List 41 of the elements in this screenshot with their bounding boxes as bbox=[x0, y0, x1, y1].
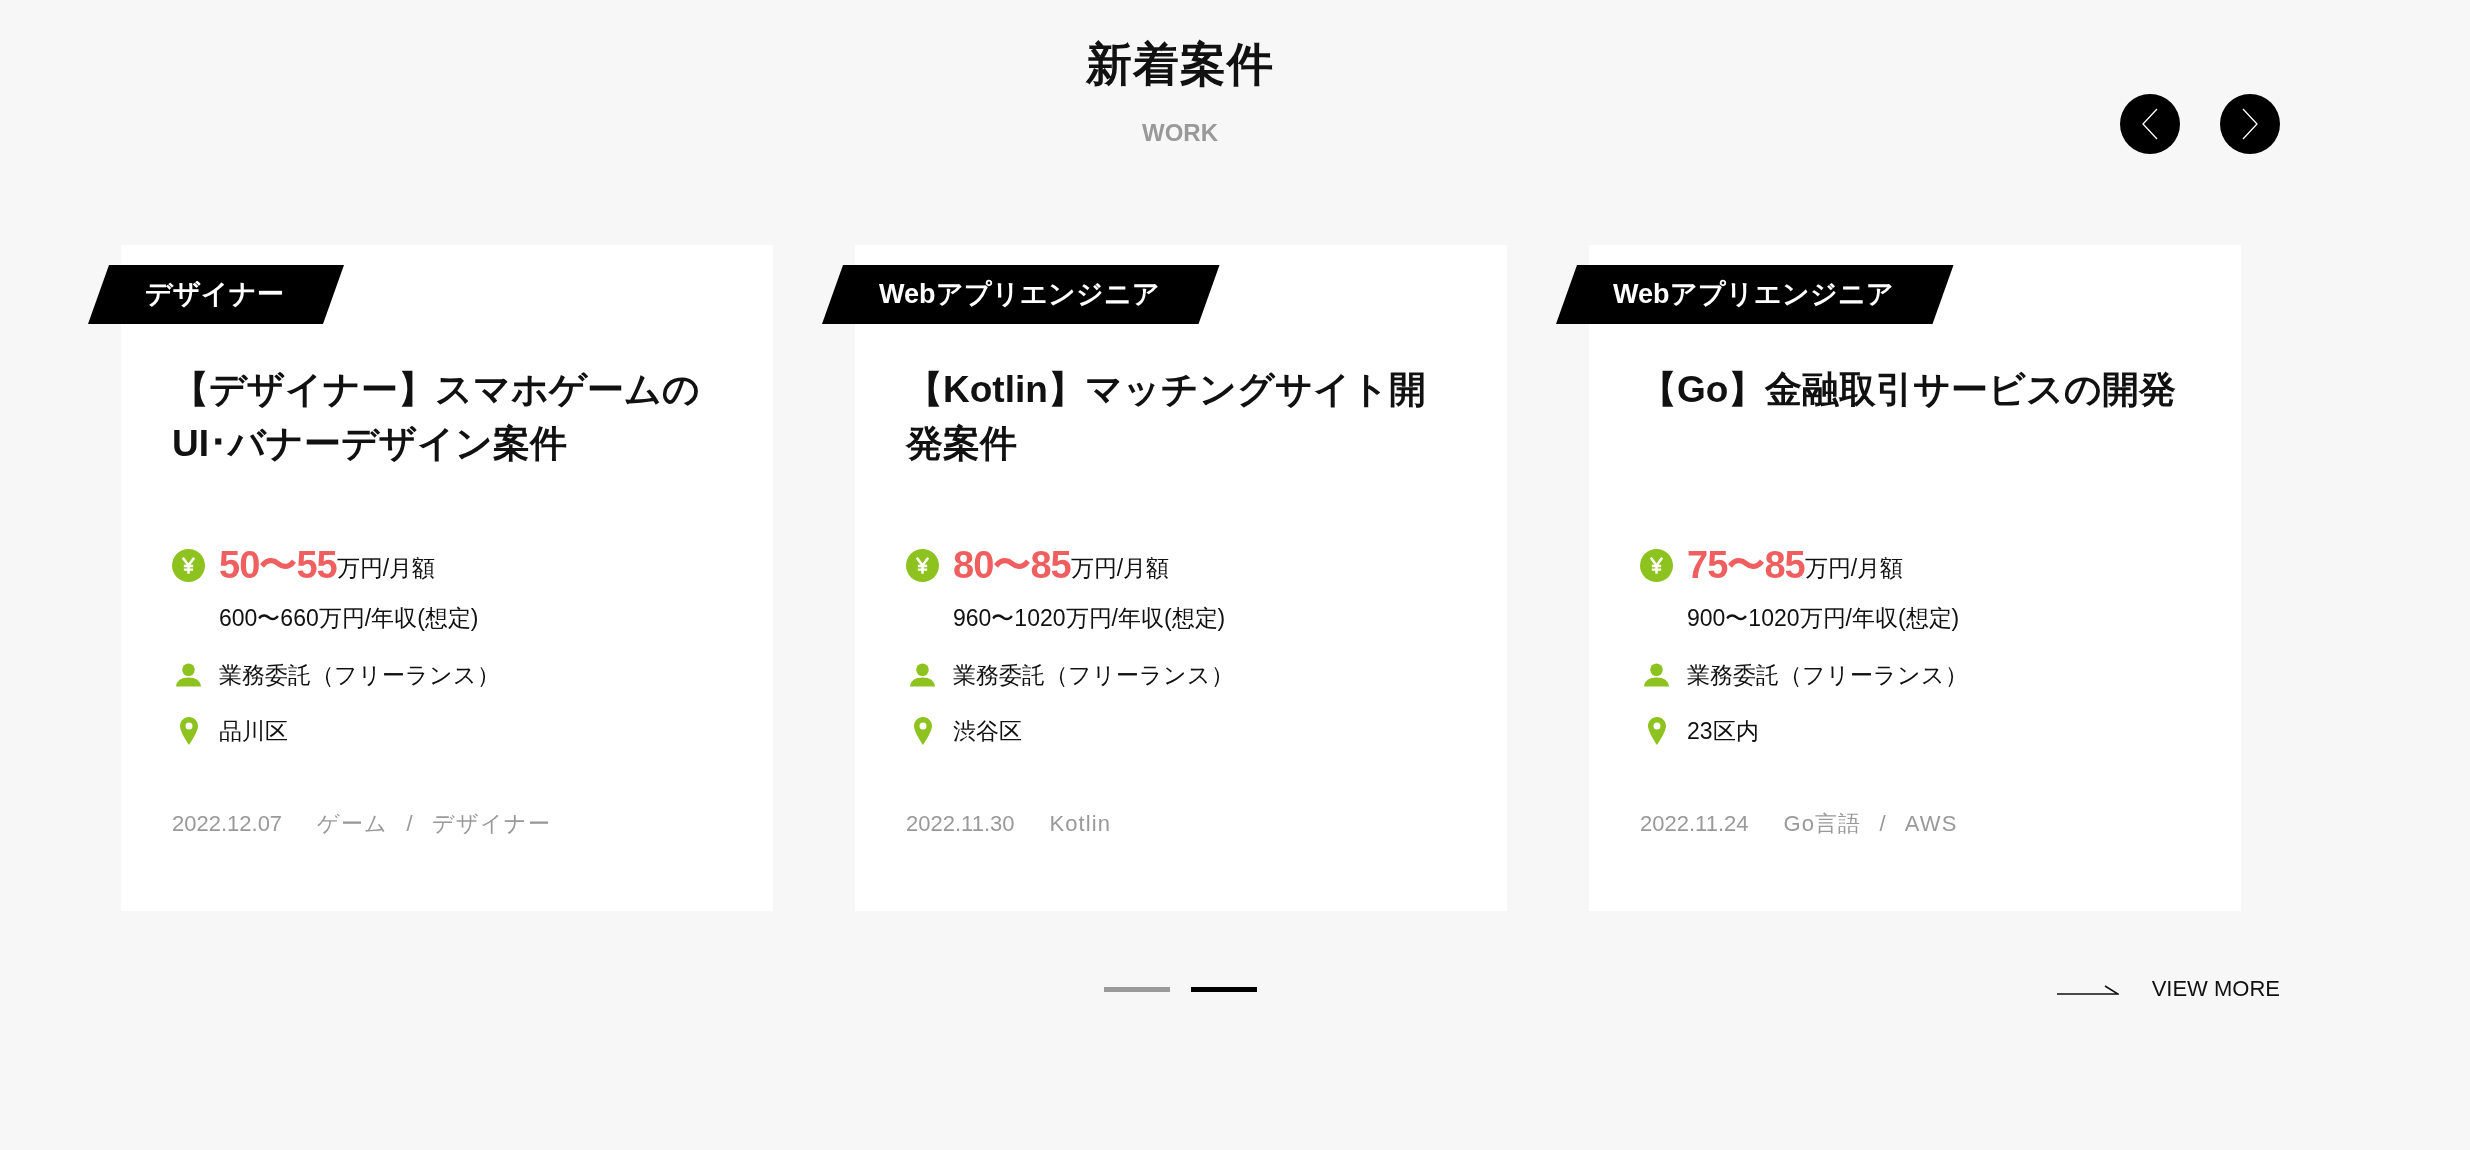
salary-unit: 万円/月額 bbox=[1070, 555, 1170, 583]
yen-icon bbox=[172, 549, 205, 582]
person-icon bbox=[1643, 663, 1670, 687]
previous-button[interactable] bbox=[2120, 94, 2180, 154]
contract-type: 業務委託（フリーランス） bbox=[1687, 661, 1968, 690]
annual-salary: 600〜660万円/年収(想定) bbox=[219, 604, 479, 633]
post-date: 2022.11.30 bbox=[906, 810, 1015, 838]
pin-icon bbox=[913, 717, 932, 745]
person-icon bbox=[175, 663, 202, 687]
person-icon bbox=[909, 663, 936, 687]
location-text: 品川区 bbox=[219, 717, 288, 746]
salary-range: 80〜85 bbox=[953, 543, 1071, 588]
view-more-link[interactable]: VIEW MORE bbox=[2056, 974, 2280, 1004]
category-tag: Webアプリエンジニア bbox=[1556, 265, 1954, 324]
next-button[interactable] bbox=[2220, 94, 2280, 154]
annual-salary: 900〜1020万円/年収(想定) bbox=[1687, 604, 1960, 633]
annual-salary: 960〜1020万円/年収(想定) bbox=[953, 604, 1226, 633]
pin-icon bbox=[1647, 717, 1666, 745]
contract-type: 業務委託（フリーランス） bbox=[953, 661, 1234, 690]
category-tag: デザイナー bbox=[88, 265, 344, 324]
salary-range: 75〜85 bbox=[1687, 543, 1805, 588]
contract-type: 業務委託（フリーランス） bbox=[219, 661, 500, 690]
section-subtitle: WORK bbox=[1142, 118, 1218, 148]
yen-icon bbox=[1640, 549, 1673, 582]
pin-icon bbox=[179, 717, 198, 745]
chevron-left-icon bbox=[2141, 108, 2159, 140]
location-text: 渋谷区 bbox=[953, 717, 1022, 746]
category-tag: Webアプリエンジニア bbox=[822, 265, 1220, 324]
section-title: 新着案件 bbox=[1086, 37, 1274, 92]
post-date: 2022.11.24 bbox=[1640, 810, 1749, 838]
salary-unit: 万円/月額 bbox=[336, 555, 436, 583]
yen-icon bbox=[906, 549, 939, 582]
salary-range: 50〜55 bbox=[219, 543, 337, 588]
chevron-right-icon bbox=[2241, 108, 2259, 140]
job-title: 【Go】金融取引サービスの開発 bbox=[1640, 368, 2178, 412]
job-title: 【デザイナー】スマホゲームのUI･バナーデザイン案件 bbox=[172, 368, 701, 466]
carousel-indicator[interactable] bbox=[1190, 986, 1257, 992]
post-date: 2022.12.07 bbox=[172, 810, 283, 838]
job-title: 【Kotlin】マッチングサイト開発案件 bbox=[906, 368, 1427, 466]
location-text: 23区内 bbox=[1687, 717, 1759, 746]
salary-unit: 万円/月額 bbox=[1804, 555, 1904, 583]
